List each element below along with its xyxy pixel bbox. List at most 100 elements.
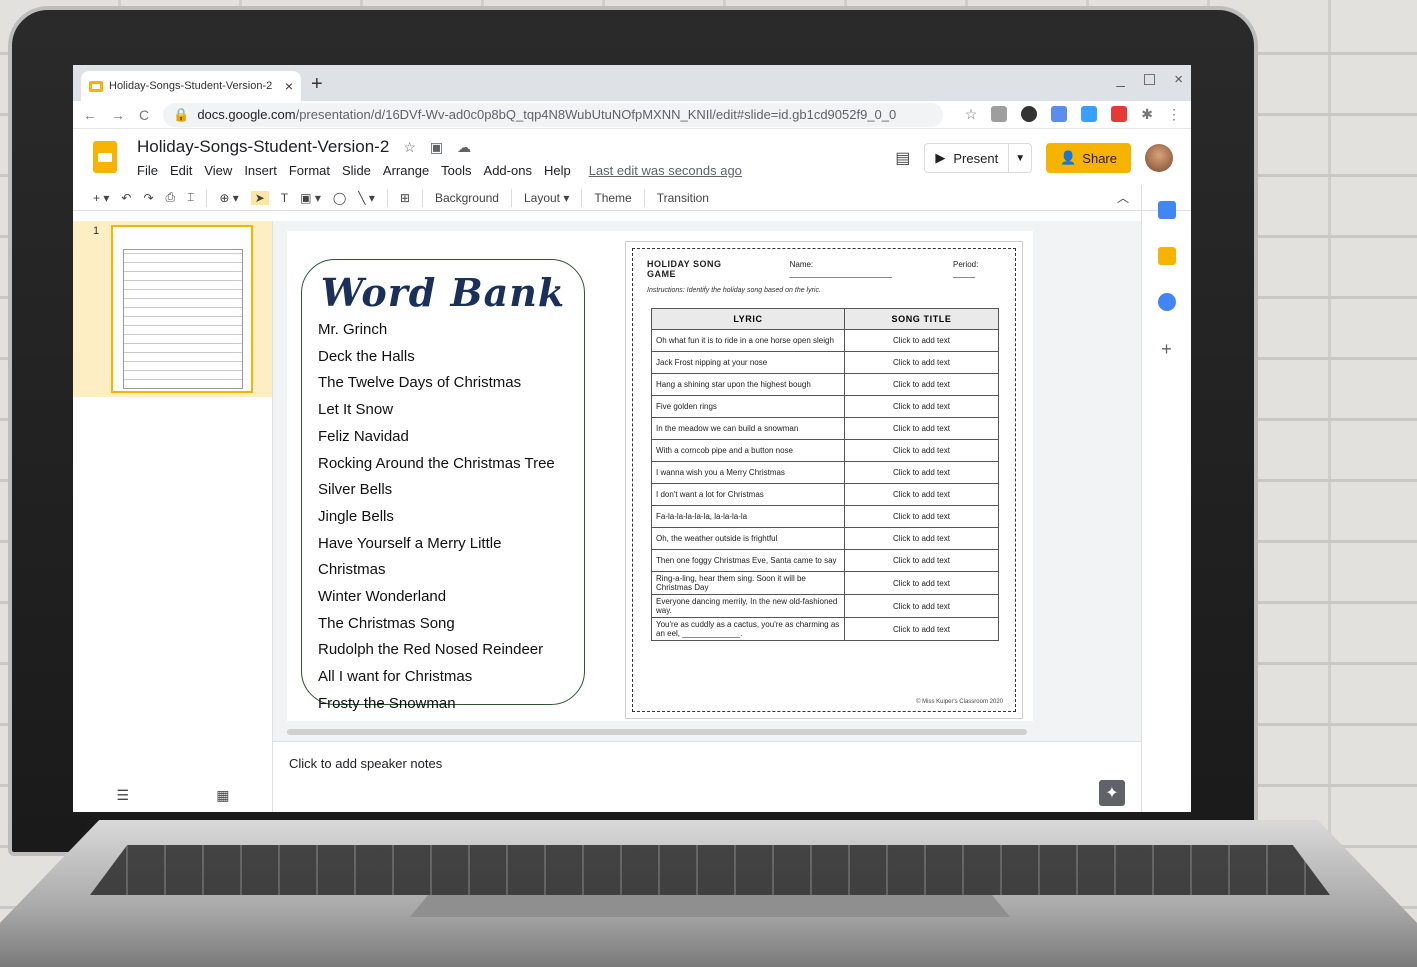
new-tab-button[interactable]: +	[311, 73, 323, 96]
song-title-cell[interactable]: Click to add text	[844, 505, 999, 528]
url-input[interactable]: 🔒 docs.google.com/presentation/d/16DVf-W…	[163, 102, 944, 127]
song-title-cell[interactable]: Click to add text	[844, 594, 999, 618]
close-window-button[interactable]: ×	[1174, 71, 1183, 89]
present-button[interactable]: ▶ Present ▼	[924, 143, 1033, 173]
slide-number: 1	[93, 225, 100, 237]
background-button[interactable]: Background	[435, 191, 499, 205]
bookmark-star-icon[interactable]: ☆	[965, 106, 978, 123]
thumbnail-table-preview	[123, 249, 243, 389]
undo-icon[interactable]: ↶	[121, 191, 131, 205]
toolbar-divider	[581, 188, 583, 207]
explore-icon[interactable]: ✦	[1099, 780, 1125, 806]
doc-title[interactable]: Holiday-Songs-Student-Version-2	[137, 137, 389, 157]
shape-icon[interactable]: ◯	[333, 191, 346, 205]
redo-icon[interactable]: ↷	[143, 191, 153, 205]
song-title-cell[interactable]: Click to add text	[844, 395, 999, 418]
worksheet-image[interactable]: HOLIDAY SONG GAME Name: ________________…	[625, 241, 1023, 719]
calendar-icon[interactable]	[1157, 201, 1176, 219]
pinterest-icon[interactable]	[1021, 106, 1038, 122]
word-bank-box[interactable]: Word Bank Mr. Grinch Deck the Halls The Tw…	[301, 259, 585, 712]
worksheet-header: HOLIDAY SONG GAME Name: ________________…	[647, 259, 1001, 279]
layout-button[interactable]: Layout ▾	[524, 191, 569, 205]
filmstrip-view-icon[interactable]: ☰	[117, 787, 130, 804]
song-title-cell[interactable]: Click to add text	[844, 461, 999, 484]
avatar[interactable]	[1145, 144, 1173, 172]
song-title-cell[interactable]: Click to add text	[844, 483, 999, 506]
table-row: Hang a shining star upon the highest bou…	[651, 373, 999, 396]
word-bank-item: Mr. Grinch	[318, 321, 388, 338]
lyric-column-header: LYRIC	[651, 308, 845, 330]
comment-icon[interactable]: ⊞	[400, 191, 410, 205]
select-cursor-icon[interactable]: ➤	[250, 190, 269, 205]
extension-icon[interactable]	[991, 106, 1008, 122]
forward-icon[interactable]: →	[111, 107, 125, 123]
menu-addons[interactable]: Add-ons	[484, 163, 532, 178]
collapse-toolbar-icon[interactable]: ︿	[1117, 189, 1129, 206]
move-folder-icon[interactable]: ▣	[430, 139, 443, 156]
puzzle-icon[interactable]: ✱	[1141, 106, 1153, 123]
last-edit-link[interactable]: Last edit was seconds ago	[589, 163, 742, 178]
menu-arrange[interactable]: Arrange	[383, 163, 429, 178]
add-addon-icon[interactable]: +	[1161, 339, 1172, 360]
extension-icon[interactable]	[1111, 106, 1128, 122]
transition-button[interactable]: Transition	[657, 191, 709, 205]
menu-slide[interactable]: Slide	[342, 163, 371, 178]
worksheet-copyright: © Miss Kuiper's Classroom 2020	[916, 699, 1003, 705]
extension-icon[interactable]	[1081, 106, 1098, 122]
song-title-cell[interactable]: Click to add text	[844, 329, 999, 352]
slides-logo-icon[interactable]	[93, 141, 117, 173]
minimize-button[interactable]: _	[1116, 71, 1124, 89]
tab-close-icon[interactable]: ×	[285, 78, 293, 94]
menu-tools[interactable]: Tools	[441, 163, 471, 178]
song-title-cell[interactable]: Click to add text	[844, 617, 999, 641]
song-title-cell[interactable]: Click to add text	[844, 373, 999, 396]
print-icon[interactable]: ⎙	[166, 190, 176, 205]
worksheet-title: HOLIDAY SONG GAME	[647, 259, 722, 279]
window-controls: _ ☐ ×	[1116, 71, 1183, 89]
song-title-cell[interactable]: Click to add text	[844, 439, 999, 462]
song-title-cell[interactable]: Click to add text	[844, 417, 999, 440]
song-title-cell[interactable]: Click to add text	[844, 351, 999, 374]
browser-tab-bar: Holiday-Songs-Student-Version-2 × + _ ☐ …	[73, 65, 1191, 101]
menu-view[interactable]: View	[204, 163, 232, 178]
horizontal-scrollbar[interactable]	[287, 729, 1027, 735]
line-icon[interactable]: ╲ ▾	[358, 191, 375, 205]
table-row: Oh, the weather outside is frightful Clic…	[651, 527, 999, 550]
tasks-icon[interactable]	[1157, 293, 1176, 311]
cloud-icon[interactable]: ☁	[457, 139, 471, 156]
keep-icon[interactable]	[1157, 247, 1176, 265]
image-icon[interactable]: ▣ ▾	[300, 191, 321, 205]
lyric-cell: I wanna wish you a Merry Christmas	[651, 461, 845, 484]
menu-edit[interactable]: Edit	[170, 163, 192, 178]
new-slide-icon[interactable]: + ▾	[93, 191, 109, 205]
back-icon[interactable]: ←	[83, 107, 97, 123]
slide[interactable]: Word Bank Mr. Grinch Deck the Halls The Tw…	[287, 231, 1033, 721]
reload-icon[interactable]: C	[139, 107, 149, 123]
browser-tab[interactable]: Holiday-Songs-Student-Version-2 ×	[81, 71, 301, 101]
slide-thumbnail[interactable]	[111, 225, 253, 393]
theme-button[interactable]: Theme	[594, 191, 631, 205]
star-icon[interactable]: ☆	[403, 139, 416, 156]
song-title-cell[interactable]: Click to add text	[844, 527, 999, 550]
text-box-icon[interactable]: T	[281, 191, 288, 205]
menu-insert[interactable]: Insert	[244, 163, 277, 178]
zoom-icon[interactable]: ⊕ ▾	[219, 191, 238, 205]
song-title-cell[interactable]: Click to add text	[844, 549, 999, 572]
menu-format[interactable]: Format	[289, 163, 330, 178]
speaker-notes[interactable]: Click to add speaker notes ✦	[273, 741, 1141, 812]
maximize-button[interactable]: ☐	[1143, 71, 1156, 89]
present-dropdown-icon[interactable]: ▼	[1008, 144, 1031, 172]
lock-icon: 🔒	[173, 106, 190, 122]
slide-thumbnail-row[interactable]: 1	[73, 221, 272, 397]
word-bank-item: Winter Wonderland	[318, 588, 447, 606]
song-title-cell[interactable]: Click to add text	[844, 571, 999, 595]
comment-history-icon[interactable]: ▤	[895, 148, 910, 168]
grid-view-icon[interactable]: ▦	[216, 787, 229, 804]
extension-icon[interactable]	[1051, 106, 1068, 122]
share-button[interactable]: 👤 Share	[1046, 143, 1131, 173]
menu-file[interactable]: File	[137, 163, 158, 178]
side-panel: +	[1141, 185, 1191, 812]
menu-help[interactable]: Help	[544, 163, 571, 178]
paint-format-icon[interactable]: ⌶	[187, 190, 194, 205]
more-icon[interactable]: ⋮	[1167, 106, 1181, 123]
